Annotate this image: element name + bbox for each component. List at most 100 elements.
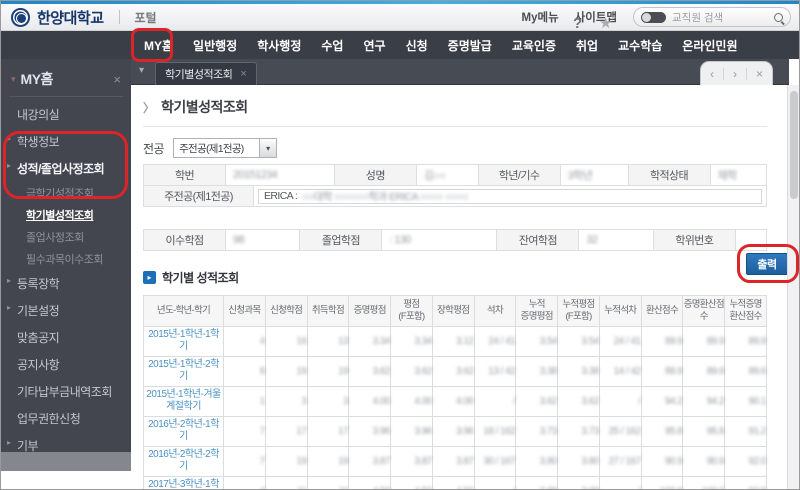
grades-column-header: 누적평점 (F포함) — [557, 295, 600, 327]
tab-close-icon[interactable]: × — [240, 68, 246, 80]
help-icon[interactable]: ? — [573, 15, 582, 32]
breadcrumb-arrow-icon: 〉 — [143, 100, 156, 115]
grades-section-title: 학기별 성적조회 — [162, 270, 239, 285]
nav-item[interactable]: 수업 — [311, 37, 353, 54]
nav-item[interactable]: MY홈 — [134, 37, 183, 54]
sidebar-close-icon[interactable]: × — [113, 72, 121, 87]
major-row-value: ERICA : ○○대학 ○○○○○○학과 ERICA ○○○○ ○○○○ — [258, 188, 762, 204]
sidebar-footer — [1, 452, 131, 471]
nav-item[interactable]: 연구 — [353, 37, 395, 54]
sidebar-item-basic-settings[interactable]: 기본설정 — [1, 297, 131, 324]
major-info-table: 주전공(제1전공) ERICA : ○○대학 ○○○○○○학과 ERICA ○○… — [143, 185, 767, 207]
graduation-credits-value: : 130 — [381, 229, 498, 251]
grades-row: 2015년-1학년-2학기 8 19 19 3.62 3.62 3.62 13 … — [143, 355, 767, 387]
sidebar-item-notice[interactable]: 공지사항 — [1, 351, 131, 378]
sidebar-item-registration-scholarship[interactable]: 등록장학 — [1, 270, 131, 297]
tab-list-chevron-icon[interactable]: ▾ — [139, 65, 144, 76]
section-arrow-icon: ▸ — [143, 270, 156, 284]
credit-info-table: 이수학점 98 졸업학점 : 130 잔여학점 32 학위번호 — [143, 229, 768, 251]
search-input[interactable]: 교직원 검색 — [672, 10, 768, 25]
sidebar-item-required-courses[interactable]: 필수과목이수조회 — [1, 248, 131, 270]
sidebar: ▾ MY홈 × 내강의실 학생정보 성적/졸업사정조회 금학기성적조회 학기별성… — [1, 59, 131, 471]
term-link[interactable]: 2016년-2학년-1학기 — [144, 419, 223, 444]
major-select[interactable]: 주전공(제1전공) ▾ — [173, 138, 278, 158]
nav-item[interactable]: 취업 — [566, 37, 608, 54]
student-id-label: 학번 — [143, 164, 226, 186]
university-logo-icon — [11, 7, 30, 27]
earned-credits-value: 98 — [224, 229, 301, 251]
prev-tab-icon[interactable]: ‹ — [701, 63, 723, 85]
grades-column-header: 평점 (F포함) — [390, 295, 433, 327]
my-menu-link[interactable]: My메뉴 — [522, 9, 559, 25]
university-name: 한양대학교 — [37, 9, 104, 27]
grades-row: 2015년-1학년-1학기 4 16 13 3.34 3.34 3.12 24 … — [143, 325, 767, 357]
nav-item[interactable]: 신청 — [396, 37, 438, 54]
sidebar-item-term-grades[interactable]: 학기별성적조회 — [1, 204, 131, 226]
grades-column-header: 장학평점 — [431, 295, 475, 327]
sidebar-item-current-term-grades[interactable]: 금학기성적조회 — [1, 182, 131, 204]
sidebar-item-custom-notice[interactable]: 맞춤공지 — [1, 324, 131, 351]
name-label: 성명 — [333, 164, 417, 186]
term-link[interactable]: 2015년-1학년-2학기 — [144, 359, 223, 384]
grades-row: 2015년-1학년-겨울계절학기 1 3 3 4.00 4.00 4.00 / … — [143, 385, 767, 417]
major-row-label: 주전공(제1전공) — [143, 185, 254, 207]
nav-item[interactable]: 일반행정 — [183, 37, 247, 54]
close-all-icon[interactable]: × — [747, 63, 772, 85]
sidebar-divider — [9, 96, 123, 97]
grades-table: 년도-학년-학기 신청과목 신청학점 취득학점 증명평점 평점 (F포함) 장학평점 석차 누적… — [143, 295, 767, 489]
dropdown-arrow-icon[interactable]: ▾ — [259, 139, 277, 157]
main-nav: MY홈 일반행정 학사행정 수업 연구 신청 증명발급 교육인증 취업 교수학습 온라인민원 — [1, 31, 799, 59]
term-cell: 2017년-3학년-1학기 — [143, 475, 224, 489]
grades-column-header: 환산점수 — [640, 295, 684, 327]
vertical-scrollbar[interactable] — [787, 85, 799, 489]
sidebar-item-other-payments[interactable]: 기타납부금내역조회 — [1, 378, 131, 405]
search-icon[interactable] — [774, 12, 783, 22]
grades-column-header: 취득학점 — [306, 295, 350, 327]
content-area: 〉 학기별성적조회 전공 주전공(제1전공) ▾ 학번 20151234 성명 … — [131, 85, 777, 489]
window-controls: ‹ › × — [699, 61, 773, 85]
grades-row: 2016년-2학년-2학기 7 19 19 3.87 3.87 3.87 30 … — [143, 445, 767, 477]
sidebar-item-lecture-room[interactable]: 내강의실 — [1, 101, 131, 128]
sidebar-item-work-authority[interactable]: 업무권한신청 — [1, 405, 131, 432]
sidebar-item-student-info[interactable]: 학생정보 — [1, 128, 131, 155]
year-value: 3학년 — [559, 164, 629, 186]
major-label: 전공 — [143, 141, 165, 156]
grades-column-header: 년도-학년-학기 — [143, 295, 224, 327]
portal-label: 포털 — [134, 10, 157, 25]
sidebar-caret-icon: ▾ — [11, 73, 16, 84]
grades-column-header: 증명환산점 수 — [682, 295, 726, 327]
status-label: 학적상태 — [627, 164, 711, 186]
favorite-star-icon[interactable]: ★ — [599, 14, 612, 32]
nav-item[interactable]: 증명발급 — [438, 37, 502, 54]
grades-header-row: 년도-학년-학기 신청과목 신청학점 취득학점 증명평점 평점 (F포함) 장학평점 석차 누적… — [143, 295, 767, 327]
nav-item[interactable]: 교육인증 — [502, 37, 566, 54]
next-tab-icon[interactable]: › — [724, 63, 746, 85]
year-label: 학년/기수 — [477, 164, 561, 186]
graduation-credits-label: 졸업학점 — [299, 229, 383, 251]
degree-number-label: 학위번호 — [652, 229, 736, 251]
term-link[interactable]: 2016년-2학년-2학기 — [144, 449, 223, 474]
tab-term-grades[interactable]: 학기별성적조회 × — [155, 62, 257, 85]
sidebar-item-grades-group[interactable]: 성적/졸업사정조회 — [1, 155, 131, 182]
grades-column-header: 누적증명 환산점수 — [724, 295, 767, 327]
remaining-credits-value: 32 — [578, 229, 654, 251]
grades-column-header: 누적 증명평점 — [515, 295, 559, 327]
term-link[interactable]: 2015년-1학년-1학기 — [144, 329, 223, 354]
tab-label: 학기별성적조회 — [165, 69, 233, 81]
sidebar-item-graduation-review[interactable]: 졸업사정조회 — [1, 226, 131, 248]
search-toggle[interactable] — [641, 11, 666, 23]
nav-item[interactable]: 온라인민원 — [672, 37, 747, 54]
term-cell: 2016년-2학년-2학기 — [143, 445, 224, 477]
term-cell: 2015년-1학년-1학기 — [143, 325, 224, 357]
nav-item[interactable]: 교수학습 — [608, 37, 672, 54]
print-button[interactable]: 출력 — [746, 253, 788, 275]
top-header: 한양대학교 포털 My메뉴 사이트맵 교직원 검색 — [1, 4, 799, 31]
term-link[interactable]: 2015년-1학년-겨울계절학기 — [144, 389, 223, 414]
scrollbar-thumb[interactable] — [790, 91, 798, 199]
grades-column-header: 석차 — [473, 295, 517, 327]
nav-item[interactable]: 학사행정 — [247, 37, 311, 54]
grades-row: 2016년-2학년-1학기 7 17 17 3.96 3.96 3.96 18 … — [143, 415, 767, 447]
term-link[interactable]: 2017년-3학년-1학기 — [144, 479, 223, 489]
logo[interactable]: 한양대학교 포털 — [11, 7, 157, 28]
staff-search-box[interactable]: 교직원 검색 — [633, 7, 791, 27]
